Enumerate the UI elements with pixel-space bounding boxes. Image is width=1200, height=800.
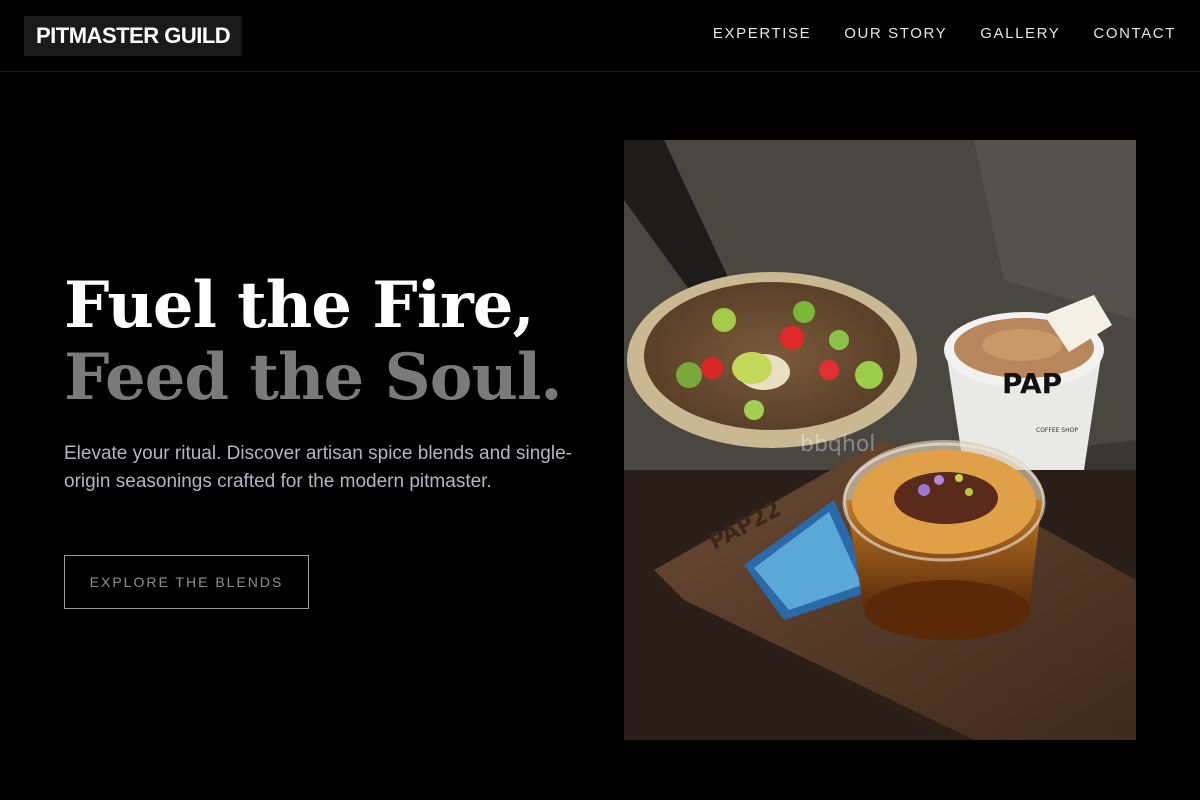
- explore-blends-button[interactable]: EXPLORE THE BLENDS: [64, 555, 309, 609]
- hero-food-photo: PAP22 PAP COFFEE SHOP bbqhol: [624, 140, 1136, 740]
- nav-contact[interactable]: CONTACT: [1093, 24, 1176, 44]
- photo-watermark: bbqhol: [800, 432, 875, 457]
- hero-subtext: Elevate your ritual. Discover artisan sp…: [64, 443, 572, 492]
- main-nav: EXPERTISE OUR STORY GALLERY CONTACT: [713, 24, 1176, 44]
- cup-sub-text: COFFEE SHOP: [1036, 427, 1078, 434]
- nav-expertise[interactable]: EXPERTISE: [713, 24, 811, 44]
- site-header: PITMASTER GUILD EXPERTISE OUR STORY GALL…: [0, 0, 1200, 72]
- hero-headline: Fuel the Fire, Feed the Soul.: [64, 268, 563, 415]
- headline-line-1: Fuel the Fire,: [64, 268, 535, 343]
- site-logo[interactable]: PITMASTER GUILD: [24, 16, 243, 56]
- headline-line-2: Feed the Soul.: [64, 340, 563, 415]
- cup-brand-text: PAP: [1002, 367, 1062, 400]
- nav-gallery[interactable]: GALLERY: [980, 24, 1060, 44]
- nav-our-story[interactable]: OUR STORY: [844, 24, 947, 44]
